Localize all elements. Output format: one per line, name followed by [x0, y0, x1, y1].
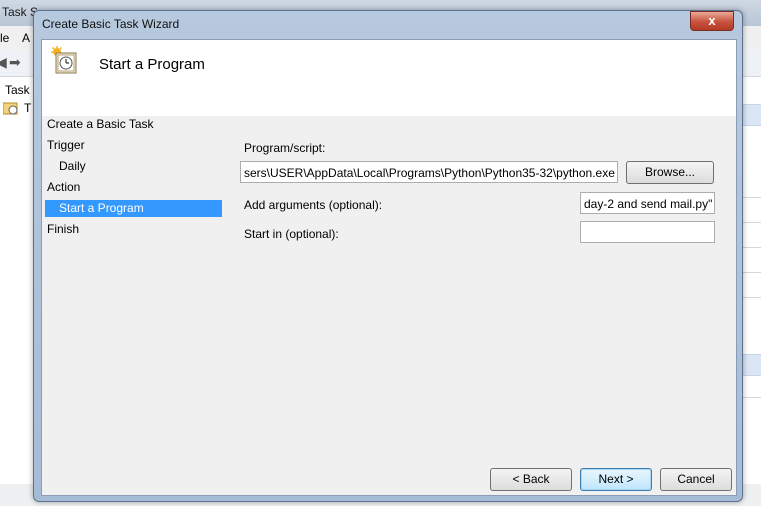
start-in-label: Start in (optional):	[244, 227, 339, 241]
start-in-input[interactable]	[580, 221, 715, 243]
step-finish[interactable]: Finish	[47, 221, 222, 238]
next-button[interactable]: Next >	[580, 468, 652, 491]
browse-button[interactable]: Browse...	[626, 161, 714, 184]
back-button[interactable]: < Back	[490, 468, 572, 491]
dialog-title: Create Basic Task Wizard	[42, 17, 180, 31]
task-clock-icon	[50, 46, 80, 76]
add-arguments-label: Add arguments (optional):	[244, 198, 383, 212]
step-start-a-program[interactable]: Start a Program	[45, 200, 222, 217]
tree-item-task-scheduler[interactable]: Task	[5, 83, 30, 97]
create-basic-task-dialog: Create Basic Task Wizard x Start a Progr…	[33, 10, 743, 502]
page-title: Start a Program	[99, 56, 205, 73]
step-trigger[interactable]: Trigger	[47, 137, 222, 154]
close-button[interactable]: x	[690, 11, 734, 31]
step-daily[interactable]: Daily	[47, 158, 222, 175]
right-pane-band	[741, 104, 761, 126]
dialog-client-area: Start a Program Create a Basic Task Trig…	[41, 39, 737, 496]
folder-clock-icon	[2, 101, 19, 118]
right-pane-divider	[741, 397, 761, 398]
right-pane-divider	[741, 272, 761, 273]
background-menu-file[interactable]: le	[0, 31, 9, 45]
background-tree: Task T	[0, 77, 33, 506]
right-pane-divider	[741, 197, 761, 198]
step-create-basic-task[interactable]: Create a Basic Task	[47, 116, 222, 133]
right-pane-band	[741, 354, 761, 376]
right-pane-divider	[741, 222, 761, 223]
program-script-label: Program/script:	[244, 141, 326, 155]
right-pane-divider	[741, 297, 761, 298]
back-arrow-icon[interactable]: ◀	[0, 54, 7, 71]
background-menu-action[interactable]: A	[22, 31, 30, 45]
program-script-input[interactable]: sers\USER\AppData\Local\Programs\Python\…	[240, 161, 618, 183]
right-pane-divider	[741, 247, 761, 248]
step-action[interactable]: Action	[47, 179, 222, 196]
wizard-steps: Create a Basic Task Trigger Daily Action…	[42, 116, 232, 495]
background-right-pane	[741, 77, 761, 506]
cancel-button[interactable]: Cancel	[660, 468, 732, 491]
wizard-header: Start a Program	[42, 40, 736, 116]
add-arguments-input[interactable]: day-2 and send mail.py"	[580, 192, 715, 214]
forward-arrow-icon[interactable]: ➡	[9, 54, 21, 71]
tree-item-library[interactable]: T	[24, 101, 31, 115]
